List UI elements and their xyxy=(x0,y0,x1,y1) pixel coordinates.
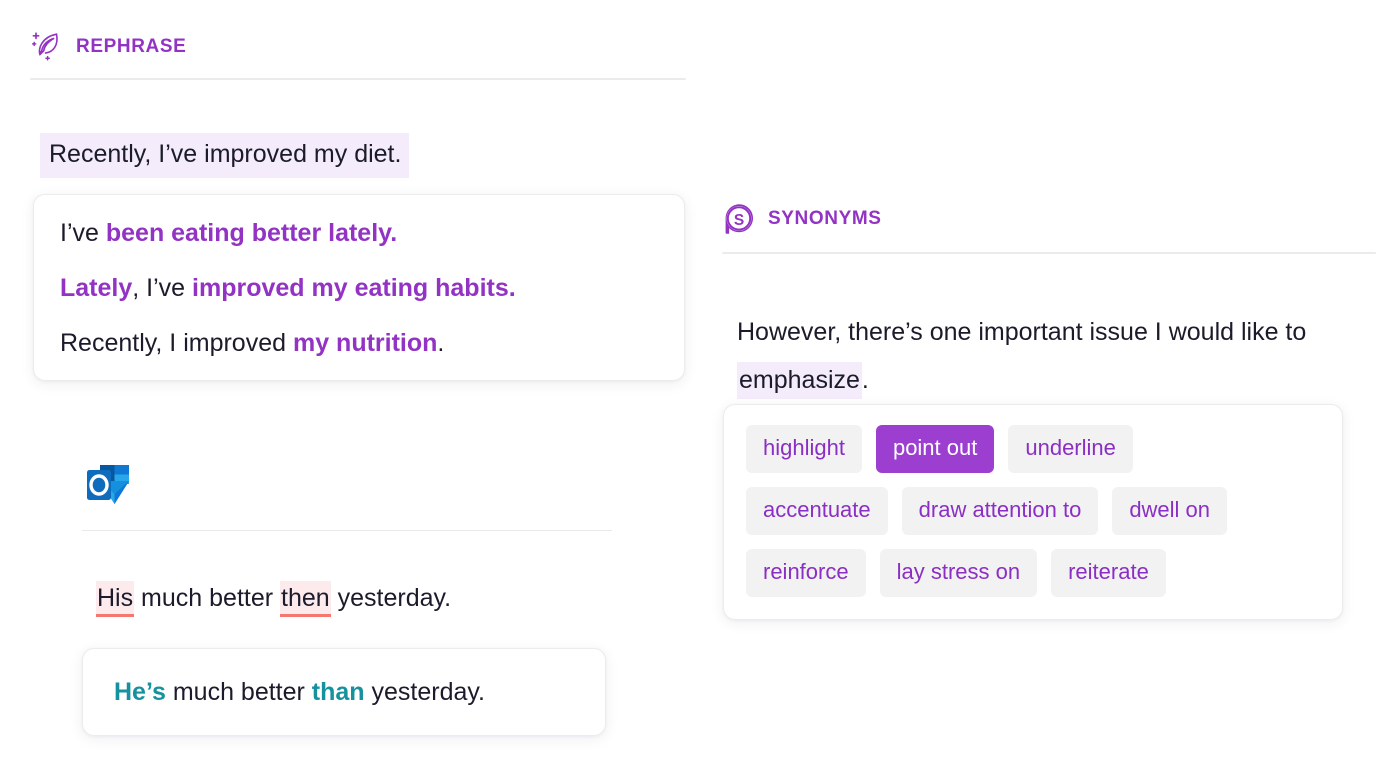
grammar-plain-text: much better xyxy=(134,584,281,612)
grammar-plain-text: yesterday. xyxy=(330,584,452,612)
grammar-correction-card[interactable]: He’s much better than yesterday. xyxy=(82,648,606,736)
quill-sparkle-icon xyxy=(30,30,64,64)
rephrase-highlight-text: Lately xyxy=(60,274,133,302)
synonyms-title: SYNONYMS xyxy=(768,208,882,229)
rephrase-header-divider xyxy=(30,78,686,80)
grammar-error-word[interactable]: His xyxy=(96,581,135,617)
synonym-chip[interactable]: reinforce xyxy=(746,549,866,597)
rephrase-plain-text: Recently, I improved xyxy=(60,329,293,357)
grammar-fixed-word: than xyxy=(311,677,365,706)
synonym-chip[interactable]: point out xyxy=(875,425,995,473)
grammar-fixed-word: He’s xyxy=(114,677,166,706)
synonyms-card: highlight point out underline accentuate dra… xyxy=(723,404,1343,620)
synonyms-bubble-s-icon: S xyxy=(722,202,756,236)
grammar-error-word[interactable]: then xyxy=(280,581,331,617)
synonym-chip-row: reinforce lay stress on reiterate xyxy=(746,549,1320,597)
rephrase-suggestion-1[interactable]: I’ve been eating better lately. xyxy=(60,221,684,246)
rephrase-plain-text: . xyxy=(437,329,445,357)
synonym-chip-row: accentuate draw attention to dwell on xyxy=(746,487,1320,535)
rephrase-highlight-text: been eating better lately. xyxy=(105,219,398,247)
synonym-chip[interactable]: accentuate xyxy=(746,487,888,535)
grammar-corrected-sentence: He’s much better than yesterday. xyxy=(83,677,486,706)
rephrase-plain-text: , I’ve xyxy=(132,274,193,302)
synonyms-context-sentence: However, there’s one important issue I w… xyxy=(737,308,1377,404)
rephrase-highlight-text: improved my eating habits. xyxy=(192,274,516,302)
rephrase-synonyms-panel: REPHRASE Recently, I’ve improved my diet… xyxy=(0,0,1400,774)
rephrase-suggestions-card: I’ve been eating better lately. Lately, … xyxy=(33,194,685,381)
original-sentence: Recently, I’ve improved my diet. xyxy=(40,133,410,178)
synonyms-sentence-suffix: . xyxy=(861,366,869,394)
synonyms-header-divider xyxy=(722,252,1376,254)
rephrase-suggestion-3[interactable]: Recently, I improved my nutrition. xyxy=(60,331,684,356)
synonyms-sentence-prefix: However, there’s one important issue I w… xyxy=(737,318,1307,346)
synonym-chip[interactable]: lay stress on xyxy=(879,549,1038,597)
synonym-chip-row: highlight point out underline xyxy=(746,425,1320,473)
rephrase-plain-text: I’ve xyxy=(60,219,106,247)
rephrase-section-header: REPHRASE xyxy=(30,30,186,64)
grammar-divider xyxy=(82,530,612,531)
synonym-chip[interactable]: highlight xyxy=(746,425,862,473)
synonym-chip[interactable]: underline xyxy=(1008,425,1133,473)
microsoft-outlook-icon xyxy=(84,462,132,508)
rephrase-suggestion-2[interactable]: Lately, I’ve improved my eating habits. xyxy=(60,276,684,301)
synonym-chip[interactable]: reiterate xyxy=(1051,549,1166,597)
synonyms-target-word[interactable]: emphasize xyxy=(737,362,862,399)
svg-text:S: S xyxy=(734,212,744,229)
rephrase-title: REPHRASE xyxy=(76,36,187,57)
rephrase-highlight-text: my nutrition xyxy=(292,329,438,357)
grammar-original-sentence: His much better then yesterday. xyxy=(96,581,452,617)
grammar-plain-text: yesterday. xyxy=(364,677,486,706)
synonym-chip[interactable]: dwell on xyxy=(1112,487,1228,535)
synonyms-section-header: S SYNONYMS xyxy=(722,202,882,236)
synonym-chip[interactable]: draw attention to xyxy=(901,487,1099,535)
grammar-plain-text: much better xyxy=(165,677,312,706)
